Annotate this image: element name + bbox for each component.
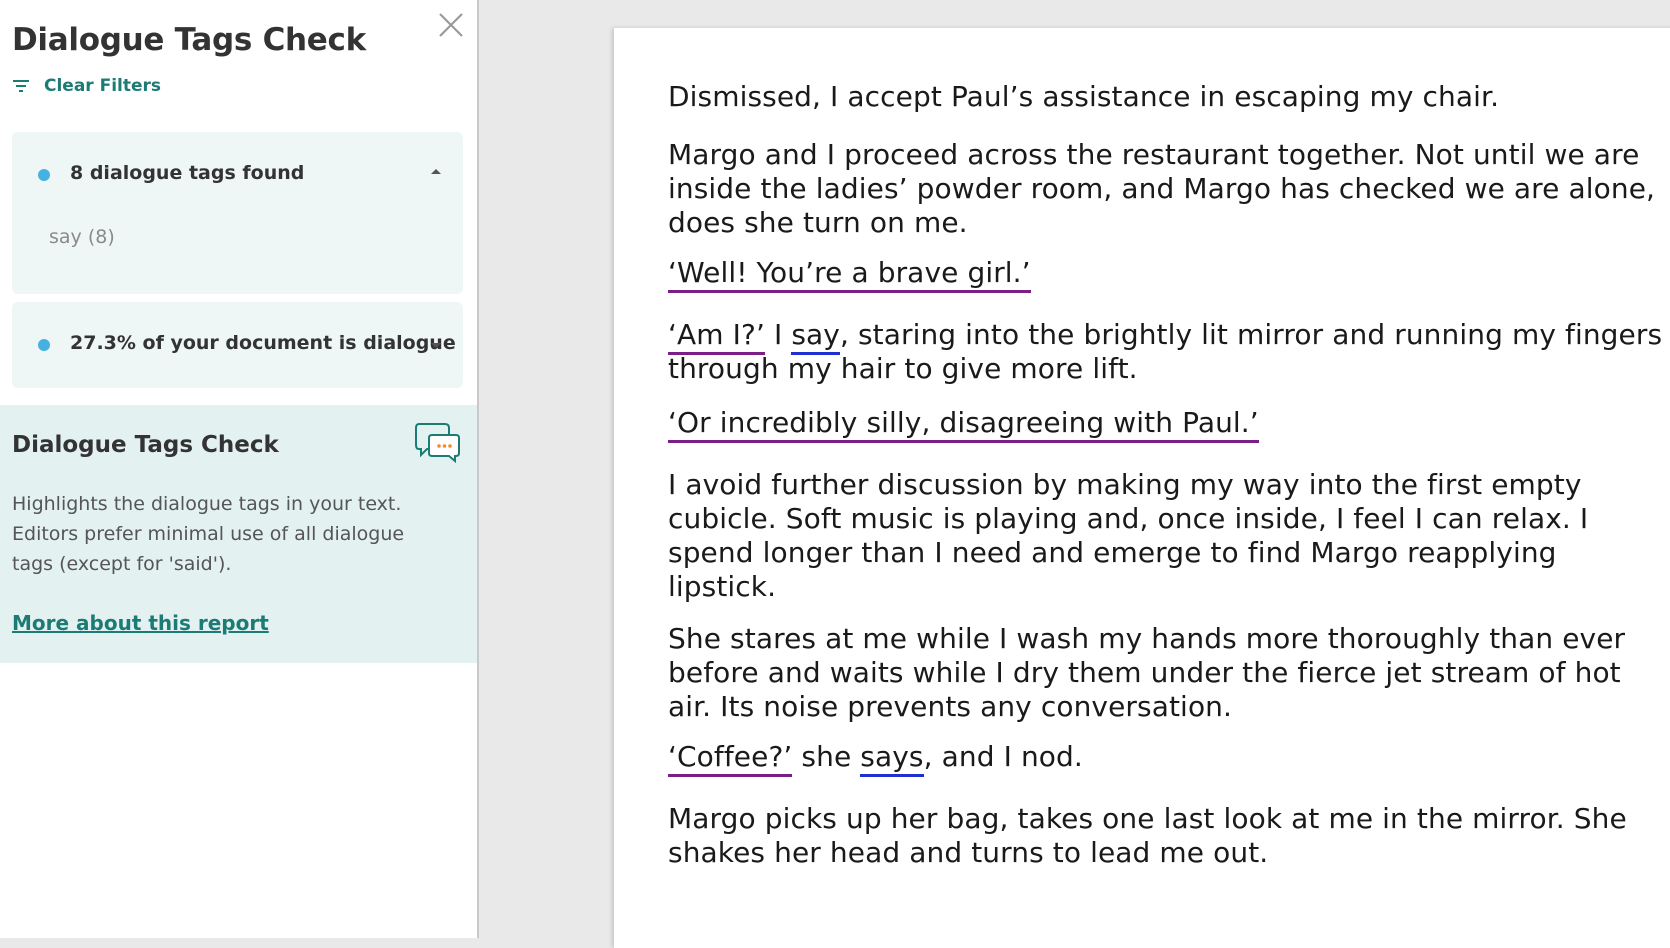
dialogue-highlight[interactable]: ‘Am I?’ <box>668 318 765 355</box>
dialogue-highlight[interactable]: ‘Or incredibly silly, disagreeing with P… <box>668 406 1259 443</box>
dialogue-percent-card: 27.3% of your document is dialogue <box>12 302 463 388</box>
clear-filters-label: Clear Filters <box>44 76 162 96</box>
report-info-panel: Dialogue Tags Check Highlights the dialo… <box>0 405 477 663</box>
paragraph: ‘Am I?’ I say, staring into the brightly… <box>668 318 1668 386</box>
dialogue-tags-card: 8 dialogue tags found say (8) <box>12 132 463 294</box>
text-span: I <box>764 318 792 351</box>
paragraph: Dismissed, I accept Paul’s assistance in… <box>668 80 1500 113</box>
paragraph: ‘Coffee?’ she says, and I nod. <box>668 740 1668 777</box>
chat-bubbles-icon <box>415 423 460 463</box>
sidebar-title: Dialogue Tags Check <box>12 22 366 58</box>
filter-icon <box>13 80 29 92</box>
document-page: Dismissed, I accept Paul’s assistance in… <box>614 28 1670 948</box>
tag-item-say[interactable]: say (8) <box>49 226 115 248</box>
clear-filters-button[interactable]: Clear Filters <box>12 76 161 96</box>
status-dot <box>38 339 50 351</box>
dialogue-tags-count: 8 dialogue tags found <box>70 162 305 184</box>
status-dot <box>38 169 50 181</box>
dialogue-percent-text: 27.3% of your document is dialogue <box>70 332 456 354</box>
dialogue-tag-highlight[interactable]: say <box>791 318 840 355</box>
dialogue-percent-card-header[interactable]: 27.3% of your document is dialogue <box>12 302 463 388</box>
dialogue-tags-card-header[interactable]: 8 dialogue tags found <box>12 132 463 202</box>
paragraph: I avoid further discussion by making my … <box>668 468 1589 603</box>
info-title: Dialogue Tags Check <box>12 432 279 458</box>
paragraph: ‘Or incredibly silly, disagreeing with P… <box>668 406 1668 443</box>
close-icon[interactable] <box>436 10 466 40</box>
paragraph: She stares at me while I wash my hands m… <box>668 622 1626 723</box>
info-description: Highlights the dialogue tags in your tex… <box>12 493 405 575</box>
more-about-report-link[interactable]: More about this report <box>12 611 269 635</box>
paragraph: Margo picks up her bag, takes one last l… <box>668 802 1627 869</box>
dialogue-tag-highlight[interactable]: says <box>860 740 924 777</box>
text-span: , and I nod. <box>923 740 1083 773</box>
dialogue-highlight[interactable]: ‘Coffee?’ <box>668 740 793 777</box>
chevron-down-icon <box>431 343 441 348</box>
chevron-up-icon <box>431 169 441 174</box>
paragraph: ‘Well! You’re a brave girl.’ <box>668 256 1668 293</box>
paragraph: Margo and I proceed across the restauran… <box>668 138 1656 239</box>
text-span: she <box>792 740 861 773</box>
report-sidebar: Dialogue Tags Check Clear Filters 8 dial… <box>0 0 479 938</box>
dialogue-highlight[interactable]: ‘Well! You’re a brave girl.’ <box>668 256 1031 293</box>
